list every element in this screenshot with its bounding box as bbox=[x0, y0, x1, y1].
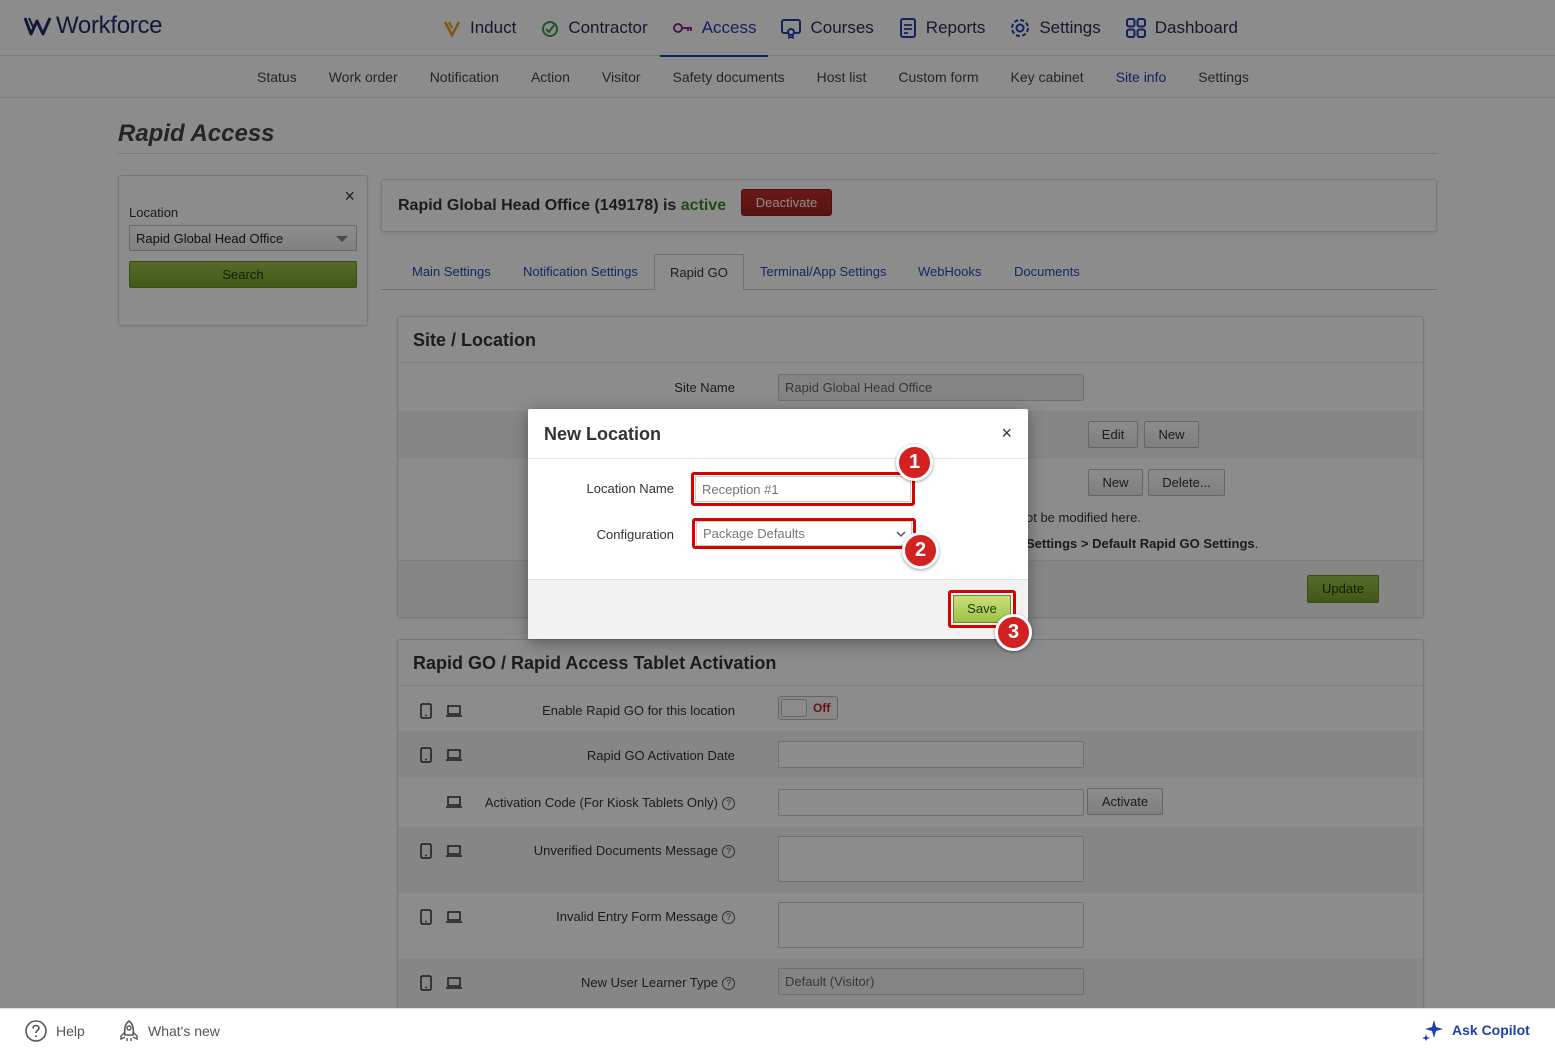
step-badge-1: 1 bbox=[896, 444, 933, 481]
ask-copilot-label: Ask Copilot bbox=[1452, 1022, 1530, 1038]
app-footer: Help What's new Ask Copilot bbox=[0, 1008, 1555, 1048]
ask-copilot-button[interactable]: Ask Copilot bbox=[1422, 1019, 1530, 1041]
whats-new-link[interactable]: What's new bbox=[118, 1019, 220, 1043]
help-label: Help bbox=[56, 1023, 85, 1039]
close-icon[interactable]: × bbox=[1001, 423, 1012, 444]
configuration-value: Package Defaults bbox=[703, 526, 805, 541]
chevron-down-icon bbox=[896, 531, 906, 538]
new-location-modal: New Location × Location Name Configurati… bbox=[528, 409, 1028, 639]
modal-footer: Save bbox=[528, 579, 1028, 639]
help-circle-icon bbox=[25, 1020, 47, 1042]
whats-new-label: What's new bbox=[148, 1023, 220, 1039]
configuration-label: Configuration bbox=[596, 527, 674, 542]
location-name-label: Location Name bbox=[586, 481, 674, 496]
step-badge-2: 2 bbox=[902, 532, 939, 569]
modal-title: New Location bbox=[544, 424, 662, 444]
location-name-input[interactable] bbox=[695, 476, 911, 502]
rocket-icon bbox=[120, 1019, 138, 1041]
step-badge-3: 3 bbox=[995, 614, 1032, 651]
sparkle-icon bbox=[1422, 1020, 1443, 1041]
help-link[interactable]: Help bbox=[24, 1019, 85, 1043]
configuration-select[interactable]: Package Defaults bbox=[696, 521, 912, 546]
modal-header: New Location × bbox=[528, 409, 1028, 459]
